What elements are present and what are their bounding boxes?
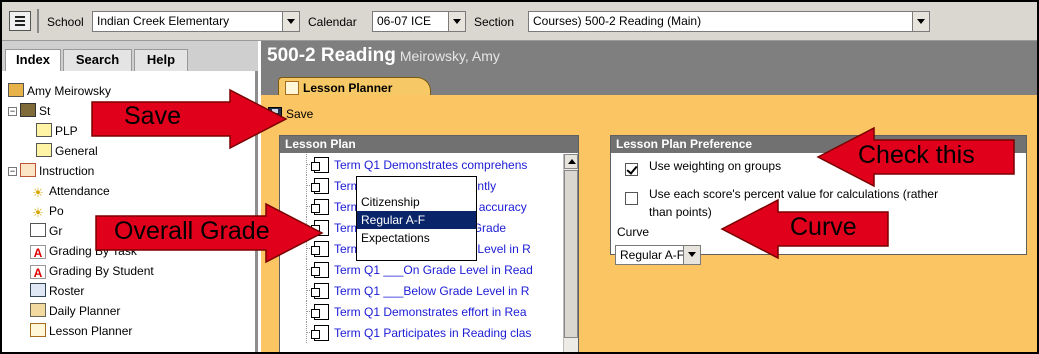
curve-option-expectations[interactable]: Expectations (357, 229, 476, 247)
chevron-down-icon[interactable] (282, 12, 299, 31)
tree-item-grading-by-student[interactable]: A Grading By Student (30, 261, 154, 281)
instruction-icon (20, 163, 36, 177)
school-select-value: Indian Creek Elementary (97, 14, 230, 28)
tree-item-gr[interactable]: Gr (30, 221, 62, 241)
section-label: Section (474, 15, 515, 29)
curve-select-value: Regular A-F (620, 248, 685, 262)
weighting-label: Use weighting on groups (649, 159, 782, 173)
menu-toggle-icon[interactable] (9, 11, 31, 31)
page-title: 500-2 Reading Meirowsky, Amy (267, 45, 500, 67)
tree-item-lesson-planner[interactable]: Lesson Planner (30, 321, 132, 341)
folder-icon (36, 123, 52, 137)
collapse-toggle-icon[interactable]: − (8, 107, 17, 116)
save-button-label: Save (286, 107, 314, 121)
scroll-up-icon[interactable] (564, 154, 578, 169)
grade-a-icon: A (30, 245, 46, 260)
sun-icon: ☀ (32, 185, 44, 200)
tree-item-student[interactable]: − St (8, 101, 50, 121)
application-window: School Indian Creek Elementary Calendar … (0, 0, 1039, 354)
tree-item-daily-planner[interactable]: Daily Planner (30, 301, 120, 321)
section-title: 500-2 Reading (267, 45, 396, 66)
lesson-planner-icon (30, 323, 46, 337)
tree-item-attendance[interactable]: ☀ Attendance (30, 181, 110, 201)
tree-item-label: St (39, 104, 51, 118)
page-header: 500-2 Reading Meirowsky, Amy Lesson Plann… (261, 41, 1037, 99)
tab-index[interactable]: Index (5, 49, 61, 71)
school-label: School (47, 15, 84, 29)
curve-option-citizenship[interactable]: Citizenship (357, 193, 476, 211)
tree-item-instruction[interactable]: − Instruction (8, 161, 94, 181)
document-icon (311, 325, 329, 341)
weighting-checkbox[interactable] (625, 163, 638, 176)
section-select[interactable]: Courses) 500-2 Reading (Main) (528, 11, 930, 32)
document-icon (311, 304, 329, 320)
save-callout-label: Save (124, 102, 181, 130)
section-select-value: Courses) 500-2 Reading (Main) (533, 14, 702, 28)
percent-value-label-cont: than points) (649, 205, 712, 219)
folder-icon (36, 143, 52, 157)
lesson-plan-item[interactable]: Term Q1 Demonstrates comprehens (280, 154, 565, 175)
grade-a-icon: A (30, 265, 46, 280)
document-icon (311, 178, 329, 194)
lesson-plan-item-label[interactable]: Term Q1 Participates in Reading clas (334, 326, 531, 340)
school-select[interactable]: Indian Creek Elementary (92, 11, 300, 32)
student-folder-icon (20, 103, 36, 117)
user-icon (8, 83, 24, 97)
chevron-down-icon[interactable] (683, 246, 700, 264)
calendar-select[interactable]: 06-07 ICE (372, 11, 466, 32)
lesson-plan-header: Lesson Plan (280, 136, 578, 153)
lesson-plan-scrollbar[interactable] (563, 154, 578, 352)
tree-item-label: PLP (55, 124, 78, 138)
save-callout-arrow-icon (91, 88, 288, 150)
lesson-plan-item[interactable]: Term Q1 Demonstrates effort in Rea (280, 301, 565, 322)
tree-item-po[interactable]: ☀ Po (30, 201, 64, 221)
lesson-plan-item-label[interactable]: Term Q1 Demonstrates comprehens (334, 158, 527, 172)
document-icon (311, 157, 329, 173)
tree-item-plp[interactable]: PLP (36, 121, 78, 141)
lesson-plan-item-label[interactable]: Term Q1 ___Below Grade Level in R (334, 284, 529, 298)
toolbar-divider (37, 9, 39, 33)
scroll-thumb[interactable] (564, 170, 578, 338)
percent-value-checkbox[interactable] (625, 192, 638, 205)
curve-options-list: Citizenship Regular A-F Expectations (356, 176, 477, 261)
lesson-plan-item-label[interactable]: Term Q1 Demonstrates effort in Rea (334, 305, 527, 319)
planner-icon (30, 303, 46, 317)
tree-item-label: Lesson Planner (49, 324, 133, 338)
sun-icon: ☀ (32, 205, 44, 220)
tree-item-label: Gr (49, 224, 63, 238)
tab-help[interactable]: Help (134, 49, 188, 71)
document-icon (311, 283, 329, 299)
document-icon (311, 262, 329, 278)
tree-item-label: Po (49, 204, 64, 218)
curve-option-regular-a-f[interactable]: Regular A-F (357, 211, 476, 229)
tree-item-label: Grading By Student (49, 264, 154, 278)
curve-select[interactable]: Regular A-F (615, 245, 701, 265)
lesson-plan-item-label[interactable]: Term Q1 ___On Grade Level in Read (334, 263, 533, 277)
nav-tab-bar: Index Search Help (2, 41, 258, 71)
collapse-toggle-icon[interactable]: − (8, 167, 17, 176)
roster-grid-icon (30, 283, 46, 297)
tree-item-label: Instruction (39, 164, 95, 178)
chevron-down-icon[interactable] (448, 12, 465, 31)
teacher-name: Meirowsky, Amy (399, 48, 500, 64)
calendar-select-value: 06-07 ICE (377, 14, 432, 28)
gradebook-icon (30, 223, 46, 237)
curve-label: Curve (617, 225, 650, 239)
tree-item-general[interactable]: General (36, 141, 98, 161)
chevron-down-icon[interactable] (912, 12, 929, 31)
tree-item-roster[interactable]: Roster (30, 281, 84, 301)
tab-label: Lesson Planner (303, 81, 393, 95)
lesson-plan-item[interactable]: Term Q1 Participates in Reading clas (280, 322, 565, 343)
tab-search[interactable]: Search (63, 49, 132, 71)
tree-item-label: Roster (49, 284, 85, 298)
tree-item-label: Attendance (49, 184, 110, 198)
calendar-label: Calendar (308, 15, 357, 29)
tree-item-label: Daily Planner (49, 304, 121, 318)
overall-grade-callout-label: Overall Grade (114, 217, 270, 245)
top-toolbar: School Indian Creek Elementary Calendar … (2, 2, 1037, 41)
check-this-callout-label: Check this (858, 141, 975, 169)
lesson-plan-item[interactable]: Term Q1 ___Below Grade Level in R (280, 280, 565, 301)
curve-callout-label: Curve (790, 213, 857, 241)
